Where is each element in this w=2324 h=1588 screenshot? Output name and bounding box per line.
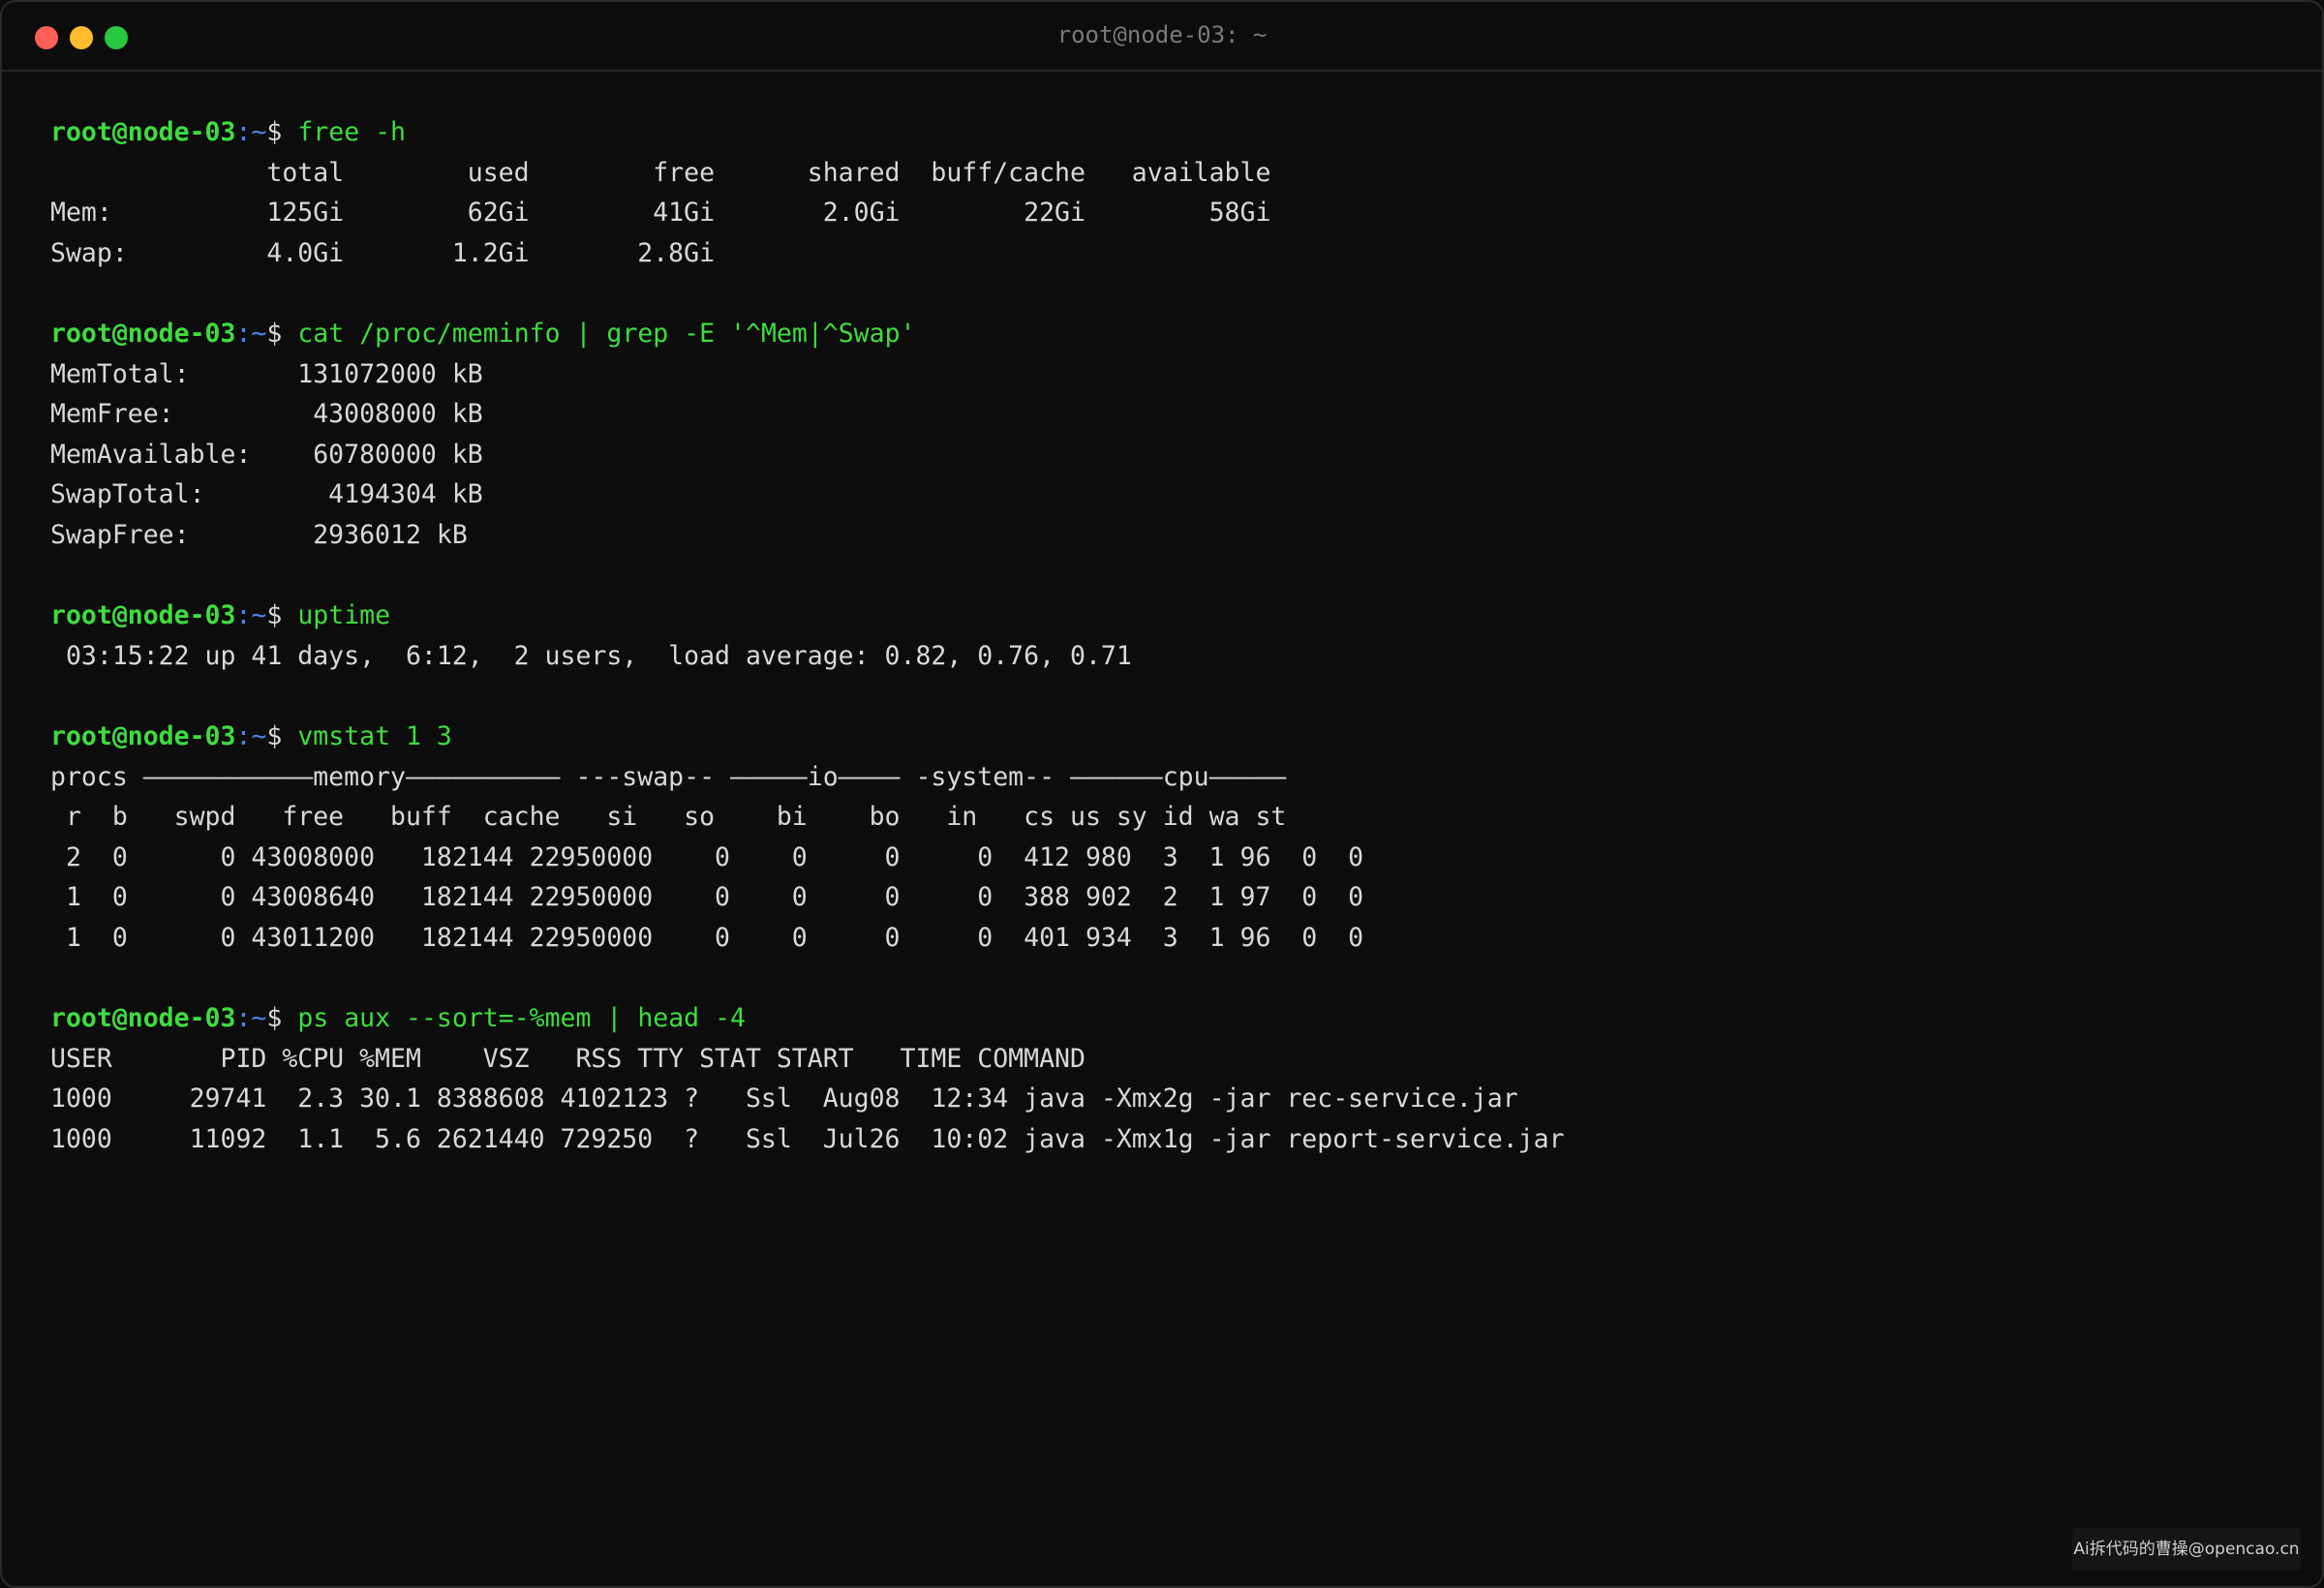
- command-text: cat /proc/meminfo | grep -E '^Mem|^Swap': [297, 318, 916, 349]
- command-text: free -h: [297, 117, 407, 147]
- output-line: 1 0 0 43011200 182144 22950000 0 0 0 0 4…: [50, 922, 1364, 953]
- prompt-user: root@node-03: [50, 117, 236, 147]
- prompt-path: ~: [251, 600, 267, 631]
- prompt-line: root@node-03:~$ vmstat 1 3: [50, 717, 2283, 757]
- output-line: 1000 11092 1.1 5.6 2621440 729250 ? Ssl …: [50, 1123, 1565, 1154]
- terminal-window: root@node-03: ~ root@node-03:~$ free -h …: [0, 0, 2324, 1588]
- prompt-user: root@node-03: [50, 1003, 236, 1034]
- output-line: 1 0 0 43008640 182144 22950000 0 0 0 0 3…: [50, 882, 1364, 913]
- output-line: SwapFree: 2936012 kB: [50, 519, 468, 550]
- command-text: uptime: [297, 600, 391, 631]
- prompt-symbol: $: [266, 720, 283, 751]
- prompt-user: root@node-03: [50, 318, 236, 349]
- prompt-separator: :: [235, 318, 252, 349]
- output-line: MemTotal: 131072000 kB: [50, 358, 483, 389]
- prompt-separator: :: [235, 600, 252, 631]
- output-line: procs ———————————memory—————————— ---swa…: [50, 761, 1287, 792]
- output-line: 2 0 0 43008000 182144 22950000 0 0 0 0 4…: [50, 841, 1364, 872]
- prompt-user: root@node-03: [50, 600, 236, 631]
- output-line: Mem: 125Gi 62Gi 41Gi 2.0Gi 22Gi 58Gi: [50, 198, 1271, 229]
- output-line: 1000 29741 2.3 30.1 8388608 4102123 ? Ss…: [50, 1084, 1518, 1115]
- prompt-line: root@node-03:~$ free -h: [50, 112, 2283, 153]
- prompt-path: ~: [251, 1003, 267, 1034]
- command-text: vmstat 1 3: [297, 720, 452, 751]
- prompt-path: ~: [251, 318, 267, 349]
- output-line: SwapTotal: 4194304 kB: [50, 479, 483, 510]
- prompt-path: ~: [251, 117, 267, 147]
- prompt-symbol: $: [266, 600, 283, 631]
- output-line: 03:15:22 up 41 days, 6:12, 2 users, load…: [50, 640, 1132, 671]
- output-line: Swap: 4.0Gi 1.2Gi 2.8Gi: [50, 237, 716, 268]
- prompt-line: root@node-03:~$ ps aux --sort=-%mem | he…: [50, 998, 2283, 1039]
- prompt-separator: :: [235, 720, 252, 751]
- prompt-symbol: $: [266, 318, 283, 349]
- window-title: root@node-03: ~: [1056, 21, 1268, 48]
- prompt-line: root@node-03:~$ cat /proc/meminfo | grep…: [50, 314, 2283, 354]
- watermark: Ai拆代码的曹操@opencao.cn: [2072, 1528, 2301, 1571]
- prompt-symbol: $: [266, 117, 283, 147]
- prompt-line: root@node-03:~$ uptime: [50, 596, 2283, 636]
- prompt-symbol: $: [266, 1003, 283, 1034]
- output-line: total used free shared buff/cache availa…: [50, 157, 1271, 188]
- command-text: ps aux --sort=-%mem | head -4: [297, 1003, 747, 1034]
- prompt-user: root@node-03: [50, 720, 236, 751]
- prompt-separator: :: [235, 117, 252, 147]
- output-line: USER PID %CPU %MEM VSZ RSS TTY STAT STAR…: [50, 1043, 1086, 1074]
- prompt-path: ~: [251, 720, 267, 751]
- title-bar[interactable]: root@node-03: ~: [2, 2, 2322, 72]
- output-line: MemAvailable: 60780000 kB: [50, 439, 483, 470]
- prompt-separator: :: [235, 1003, 252, 1034]
- terminal-output[interactable]: root@node-03:~$ free -h total used free …: [50, 112, 2283, 1509]
- output-line: MemFree: 43008000 kB: [50, 399, 483, 430]
- output-line: r b swpd free buff cache si so bi bo in …: [50, 802, 1287, 833]
